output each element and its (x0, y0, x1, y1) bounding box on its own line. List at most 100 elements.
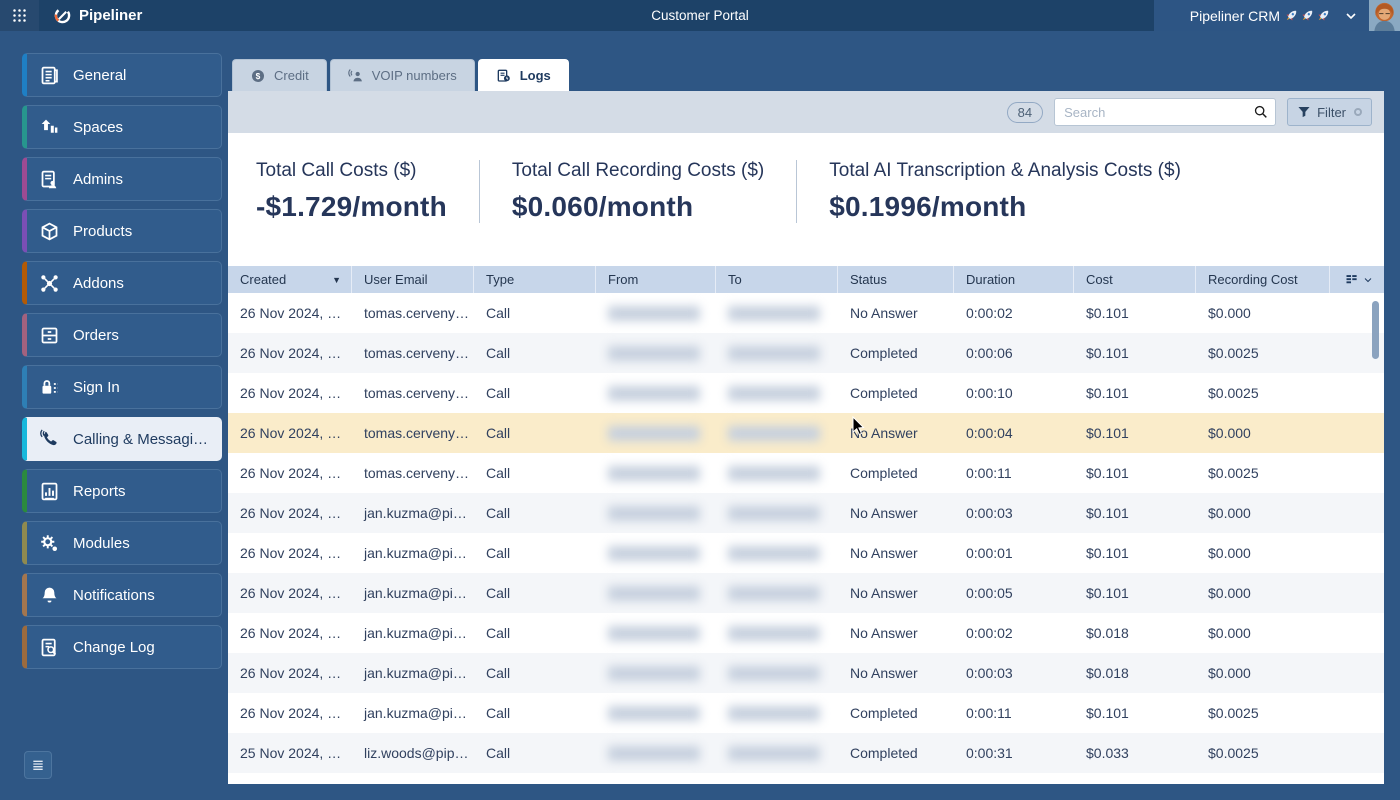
cell-status: Completed (838, 453, 954, 493)
cell-cost: $0.101 (1074, 533, 1196, 573)
cell-status: No Answer (838, 413, 954, 453)
vertical-scrollbar-thumb[interactable] (1372, 301, 1379, 359)
table-row[interactable]: 26 Nov 2024, …jan.kuzma@pi…CallNo Answer… (228, 573, 1384, 613)
column-header-recording_cost[interactable]: Recording Cost (1196, 266, 1330, 293)
cell-cost: $0.101 (1074, 373, 1196, 413)
table-row[interactable]: 25 Nov 2024, …liz.woods@pip…CallComplete… (228, 733, 1384, 773)
addons-icon (39, 273, 60, 294)
sidebar-item-reports[interactable]: Reports (22, 469, 222, 513)
signin-icon (39, 377, 60, 398)
sidebar-item-admins[interactable]: Admins (22, 157, 222, 201)
cell-email: jan.kuzma@pi… (352, 573, 474, 613)
cell-duration: 0:00:02 (954, 293, 1074, 333)
tab-label: Credit (274, 68, 309, 83)
sidebar-item-label: Spaces (73, 119, 123, 136)
hamburger-icon (30, 757, 46, 773)
sidebar-item-modules[interactable]: Modules (22, 521, 222, 565)
sidebar-item-label: Products (73, 223, 132, 240)
sidebar-item-sign-in[interactable]: Sign In (22, 365, 222, 409)
cell-recording_cost: $0.000 (1196, 613, 1330, 653)
cell-type: Call (474, 533, 596, 573)
cell-duration: 0:00:03 (954, 493, 1074, 533)
table-row[interactable]: 26 Nov 2024, …tomas.cerveny…CallNo Answe… (228, 293, 1384, 333)
cell-to (716, 333, 838, 373)
sidebar-item-spaces[interactable]: Spaces (22, 105, 222, 149)
column-header-from[interactable]: From (596, 266, 716, 293)
column-header-status[interactable]: Status (838, 266, 954, 293)
result-count-badge: 84 (1007, 102, 1043, 123)
redacted-to-value (728, 346, 820, 361)
filter-button[interactable]: Filter (1287, 98, 1372, 126)
cell-spacer (1330, 693, 1384, 733)
table-row[interactable]: 26 Nov 2024, …tomas.cerveny…CallNo Answe… (228, 413, 1384, 453)
table-row[interactable]: 26 Nov 2024, …tomas.cerveny…CallComplete… (228, 453, 1384, 493)
cell-created: 26 Nov 2024, … (228, 493, 352, 533)
column-header-type[interactable]: Type (474, 266, 596, 293)
tab-logs[interactable]: Logs (478, 59, 569, 91)
cell-email: jan.kuzma@pi… (352, 533, 474, 573)
redacted-from-value (608, 746, 700, 761)
cell-recording_cost: $0.000 (1196, 573, 1330, 613)
stat-block: Total Call Recording Costs ($) $0.060/mo… (479, 160, 796, 223)
cell-created: 26 Nov 2024, … (228, 573, 352, 613)
cell-spacer (1330, 613, 1384, 653)
table-row[interactable]: 26 Nov 2024, …jan.kuzma@pi…CallNo Answer… (228, 653, 1384, 693)
table-row[interactable]: 26 Nov 2024, …jan.kuzma@pi…CallNo Answer… (228, 493, 1384, 533)
cell-spacer (1330, 493, 1384, 533)
cell-status: Completed (838, 693, 954, 733)
cell-status: No Answer (838, 613, 954, 653)
top-bar: Pipeliner Customer Portal Pipeliner CRM (0, 0, 1400, 31)
redacted-from-value (608, 626, 700, 641)
sidebar-item-notifications[interactable]: Notifications (22, 573, 222, 617)
sidebar-item-products[interactable]: Products (22, 209, 222, 253)
redacted-to-value (728, 466, 820, 481)
table-row[interactable]: 26 Nov 2024, …jan.kuzma@pi…CallCompleted… (228, 693, 1384, 733)
orders-icon (39, 325, 60, 346)
redacted-from-value (608, 506, 700, 521)
app-launcher-button[interactable] (0, 0, 39, 31)
table-row[interactable]: 26 Nov 2024, …tomas.cerveny…CallComplete… (228, 373, 1384, 413)
filter-indicator-dot (1354, 108, 1362, 116)
column-header-duration[interactable]: Duration (954, 266, 1074, 293)
cell-cost: $0.101 (1074, 293, 1196, 333)
sidebar-item-addons[interactable]: Addons (22, 261, 222, 305)
avatar[interactable] (1369, 0, 1400, 31)
redacted-from-value (608, 546, 700, 561)
sidebar-item-change-log[interactable]: Change Log (22, 625, 222, 669)
cell-duration: 0:00:01 (954, 533, 1074, 573)
table-row[interactable]: 26 Nov 2024, …jan.kuzma@pi…CallNo Answer… (228, 533, 1384, 573)
cell-status: No Answer (838, 533, 954, 573)
column-chooser[interactable] (1330, 266, 1384, 293)
tab-credit[interactable]: Credit (232, 59, 327, 91)
sidebar-item-calling-messaging[interactable]: Calling & Messagi… (22, 417, 222, 461)
cell-to (716, 413, 838, 453)
cell-recording_cost: $0.0025 (1196, 693, 1330, 733)
cell-recording_cost: $0.000 (1196, 293, 1330, 333)
column-header-email[interactable]: User Email (352, 266, 474, 293)
sidebar-item-orders[interactable]: Orders (22, 313, 222, 357)
account-menu[interactable]: Pipeliner CRM (1154, 0, 1400, 31)
cell-type: Call (474, 693, 596, 733)
cell-duration: 0:00:31 (954, 733, 1074, 773)
table-row[interactable]: 26 Nov 2024, …jan.kuzma@pi…CallNo Answer… (228, 613, 1384, 653)
sidebar-item-general[interactable]: General (22, 53, 222, 97)
column-header-cost[interactable]: Cost (1074, 266, 1196, 293)
cell-to (716, 453, 838, 493)
sidebar-collapse-button[interactable] (24, 751, 52, 779)
cell-cost: $0.101 (1074, 493, 1196, 533)
redacted-from-value (608, 666, 700, 681)
cell-cost: $0.101 (1074, 333, 1196, 373)
tab-voip-numbers[interactable]: VOIP numbers (330, 59, 475, 91)
filter-label: Filter (1317, 105, 1346, 120)
cell-from (596, 333, 716, 373)
table-row[interactable]: 26 Nov 2024, …tomas.cerveny…CallComplete… (228, 333, 1384, 373)
cell-type: Call (474, 493, 596, 533)
column-header-created[interactable]: Created▼ (228, 266, 352, 293)
cell-spacer (1330, 653, 1384, 693)
cell-recording_cost: $0.000 (1196, 653, 1330, 693)
cell-created: 26 Nov 2024, … (228, 293, 352, 333)
products-icon (39, 221, 60, 242)
column-header-to[interactable]: To (716, 266, 838, 293)
stat-label: Total AI Transcription & Analysis Costs … (829, 160, 1181, 182)
search-input[interactable] (1054, 98, 1276, 126)
